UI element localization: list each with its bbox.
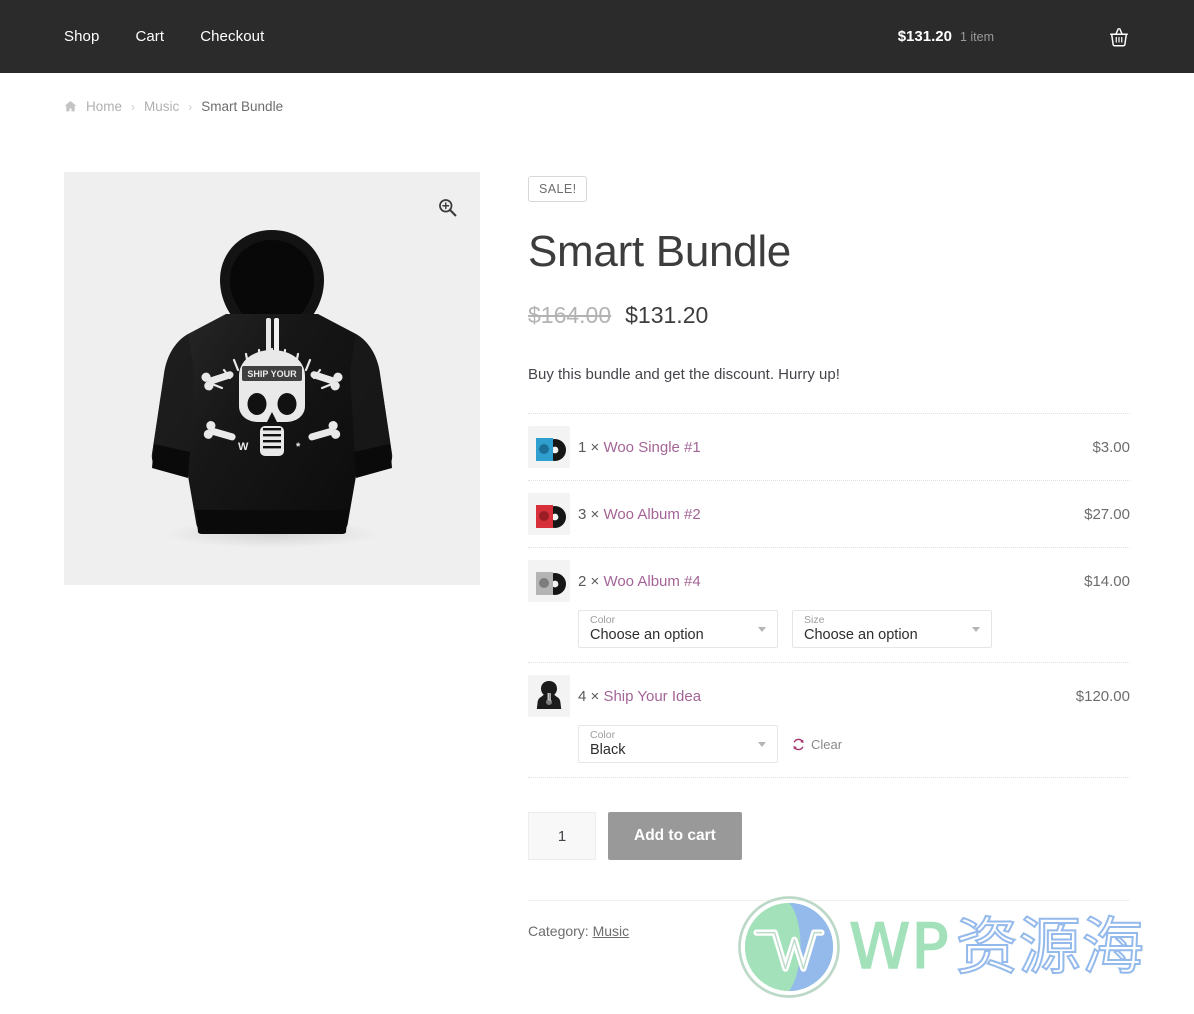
bundled-item-link[interactable]: Woo Album #4 (603, 573, 700, 590)
bundled-item-qty: 3 × (578, 505, 600, 523)
vinyl-grey-thumbnail (528, 560, 570, 603)
add-to-cart-form: Add to cart (528, 812, 1130, 861)
bundled-item-row: 3 × Woo Album #2 $27.00 (528, 493, 1130, 536)
vinyl-red-thumbnail (528, 493, 570, 536)
status-badge-sale: SALE! (528, 176, 588, 202)
breadcrumb-item-current: Smart Bundle (201, 99, 284, 114)
bundled-item-price: $14.00 (1084, 572, 1130, 590)
home-icon (64, 100, 77, 113)
bundled-item-label: 4 × Ship Your Idea (578, 688, 701, 705)
bundled-item: 2 × Woo Album #4 $14.00 Color Choose an … (528, 548, 1130, 664)
variation-label-size: Size (804, 613, 825, 626)
cart-item-count: 1 item (959, 30, 994, 44)
bundled-item: 4 × Ship Your Idea $120.00 Color Black C… (528, 663, 1130, 779)
bundled-item-link[interactable]: Woo Album #2 (603, 506, 700, 523)
price-original: $164.00 (528, 302, 612, 329)
page-title: Smart Bundle (528, 227, 791, 276)
nav-item-checkout[interactable]: Checkout (182, 28, 282, 45)
hoodie-thumbnail (528, 675, 570, 718)
add-to-cart-button[interactable]: Add to cart (608, 812, 742, 861)
bundled-item-qty: 4 × (578, 687, 600, 705)
product-image-frame[interactable]: SHIP YOUR W * (64, 172, 480, 585)
vinyl-blue-thumbnail (528, 426, 570, 469)
variation-select-color[interactable]: Color Black (578, 725, 778, 764)
refresh-icon (792, 738, 805, 751)
variation-value-size: Choose an option (804, 627, 918, 644)
primary-navigation: Shop Cart Checkout (64, 28, 282, 45)
variation-value-color: Black (590, 742, 626, 759)
bundled-item-label: 1 × Woo Single #1 (578, 439, 701, 456)
bundled-item-qty: 2 × (578, 572, 600, 590)
variation-value-color: Choose an option (590, 627, 704, 644)
bundled-item-row: 1 × Woo Single #1 $3.00 (528, 426, 1130, 469)
breadcrumb-separator: › (131, 99, 136, 114)
bundled-item-price: $3.00 (1092, 438, 1130, 456)
product-gallery: SHIP YOUR W * (64, 172, 480, 939)
chevron-down-icon (758, 742, 766, 748)
svg-text:W: W (238, 441, 249, 453)
chevron-down-icon (758, 627, 766, 633)
nav-item-shop[interactable]: Shop (64, 28, 117, 45)
category-label: Category: (528, 923, 589, 940)
svg-text:SHIP YOUR: SHIP YOUR (247, 369, 297, 379)
cart-summary-link[interactable]: $131.20 1 item (898, 28, 994, 45)
bundled-item-row: 4 × Ship Your Idea $120.00 (528, 675, 1130, 718)
price-sale: $131.20 (625, 302, 709, 329)
bundled-item-price: $27.00 (1084, 505, 1130, 523)
bundled-item: 3 × Woo Album #2 $27.00 (528, 481, 1130, 549)
bundled-items-list: 1 × Woo Single #1 $3.00 3 × Woo Album #2… (528, 413, 1130, 779)
breadcrumb: Home › Music › Smart Bundle (0, 73, 1194, 114)
magnifier-plus-icon[interactable] (437, 197, 458, 218)
bundled-item-link[interactable]: Woo Single #1 (603, 439, 700, 456)
bundled-item-qty: 1 × (578, 438, 600, 456)
header-cart-area: $131.20 1 item (898, 26, 1130, 48)
breadcrumb-separator: › (188, 99, 193, 114)
clear-variations-link[interactable]: Clear (792, 737, 842, 752)
product-summary: SALE! Smart Bundle $164.00 $131.20 Buy t… (528, 172, 1130, 939)
variation-label-color: Color (590, 728, 616, 741)
variation-select-size[interactable]: Size Choose an option (792, 610, 992, 649)
chevron-down-icon (972, 627, 980, 633)
product-image-hoodie: SHIP YOUR W * (151, 229, 393, 548)
quantity-input[interactable] (528, 812, 596, 861)
bundled-item-label: 2 × Woo Album #4 (578, 573, 701, 590)
site-header: Shop Cart Checkout $131.20 1 item (0, 0, 1194, 73)
bundled-item-row: 2 × Woo Album #4 $14.00 (528, 560, 1130, 603)
bundled-item: 1 × Woo Single #1 $3.00 (528, 414, 1130, 482)
product-main: SHIP YOUR W * SALE! Smart Bundle $164.00… (0, 114, 1194, 939)
bundled-item-link[interactable]: Ship Your Idea (603, 688, 701, 705)
price-row: $164.00 $131.20 (528, 302, 1130, 329)
breadcrumb-item-home[interactable]: Home (86, 99, 122, 114)
variation-label-color: Color (590, 613, 616, 626)
variation-select-color[interactable]: Color Choose an option (578, 610, 778, 649)
bundled-item-variations: Color Black Clear (578, 725, 1130, 764)
clear-link-label: Clear (811, 736, 843, 752)
product-short-description: Buy this bundle and get the discount. Hu… (528, 366, 840, 384)
shopping-basket-icon[interactable] (1108, 26, 1130, 48)
bundled-item-variations: Color Choose an option Size Choose an op… (578, 610, 1130, 649)
bundled-item-label: 3 × Woo Album #2 (578, 506, 701, 523)
category-link-music[interactable]: Music (593, 923, 630, 939)
nav-item-cart[interactable]: Cart (117, 28, 182, 45)
cart-total-amount: $131.20 (897, 28, 952, 45)
breadcrumb-item-music[interactable]: Music (144, 99, 179, 114)
bundled-item-price: $120.00 (1075, 687, 1130, 705)
svg-text:*: * (296, 441, 301, 453)
product-meta: Category: Music (528, 900, 1130, 939)
